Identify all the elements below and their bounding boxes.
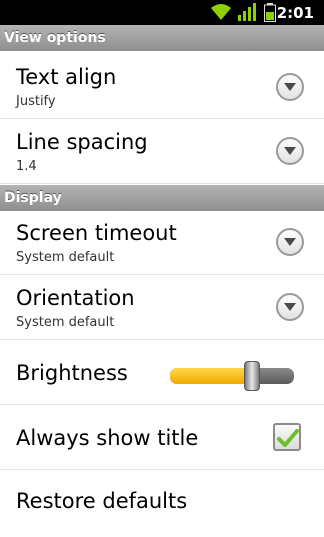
setting-value: Justify — [16, 94, 56, 109]
chevron-down-icon — [276, 73, 304, 101]
section-header-display: Display — [0, 185, 324, 211]
always-show-title-checkbox[interactable] — [273, 423, 301, 451]
battery-icon — [264, 3, 276, 22]
wifi-icon — [211, 4, 231, 20]
setting-value: System default — [16, 315, 115, 330]
setting-orientation[interactable]: Orientation System default — [0, 276, 324, 340]
setting-brightness: Brightness — [0, 341, 324, 405]
setting-screen-timeout[interactable]: Screen timeout System default — [0, 211, 324, 275]
chevron-down-icon — [276, 293, 304, 321]
chevron-down-icon — [276, 228, 304, 256]
setting-title: Screen timeout — [16, 221, 177, 245]
brightness-slider[interactable] — [170, 361, 294, 391]
setting-title: Line spacing — [16, 130, 148, 154]
slider-thumb[interactable] — [244, 361, 260, 391]
section-header-view-options: View options — [0, 25, 324, 51]
setting-title: Restore defaults — [16, 489, 188, 513]
clock: 2:01 — [276, 4, 314, 22]
signal-icon — [238, 3, 256, 21]
setting-value: System default — [16, 250, 115, 265]
setting-value: 1.4 — [16, 159, 37, 174]
setting-title: Orientation — [16, 286, 135, 310]
slider-fill — [170, 368, 252, 384]
setting-title: Always show title — [16, 426, 199, 450]
setting-title: Text align — [16, 65, 117, 89]
setting-always-show-title[interactable]: Always show title — [0, 406, 324, 470]
setting-text-align[interactable]: Text align Justify — [0, 51, 324, 119]
chevron-down-icon — [276, 137, 304, 165]
setting-line-spacing[interactable]: Line spacing 1.4 — [0, 120, 324, 184]
setting-title: Brightness — [16, 361, 128, 385]
status-bar: 2:01 — [0, 0, 324, 25]
check-icon — [277, 429, 299, 447]
setting-restore-defaults[interactable]: Restore defaults — [0, 471, 324, 535]
